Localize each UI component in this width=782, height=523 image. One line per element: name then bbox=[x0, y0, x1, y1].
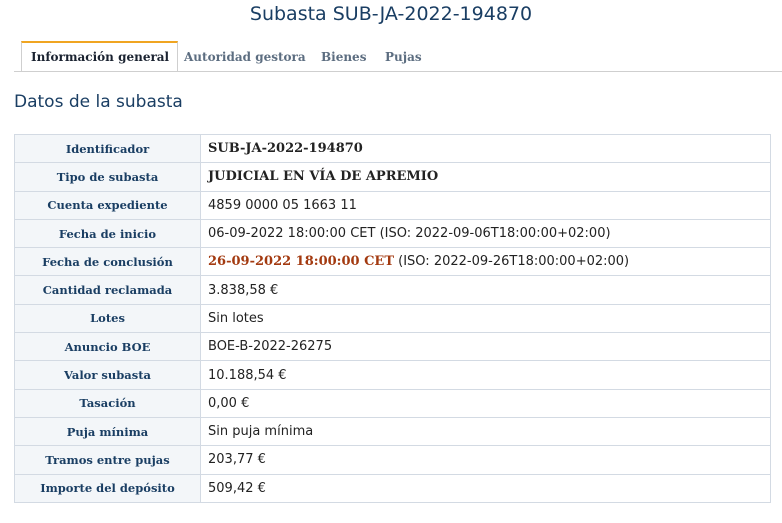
row-value: Sin lotes bbox=[200, 303, 771, 334]
conclusion-date-iso: (ISO: 2022-09-26T18:00:00+02:00) bbox=[394, 254, 630, 270]
row-value: Sin puja mínima bbox=[200, 416, 771, 447]
row-value: 06-09-2022 18:00:00 CET (ISO: 2022-09-06… bbox=[200, 218, 771, 249]
table-row: Fecha de conclusión 26-09-2022 18:00:00 … bbox=[14, 247, 771, 277]
page-title: Subasta SUB-JA-2022-194870 bbox=[249, 3, 533, 25]
row-label: Puja mínima bbox=[14, 416, 201, 447]
tab-bienes[interactable]: Bienes bbox=[321, 42, 366, 70]
row-label: Valor subasta bbox=[14, 360, 201, 390]
table-row: Cuenta expediente 4859 0000 05 1663 11 bbox=[14, 190, 771, 220]
row-label: Fecha de inicio bbox=[14, 218, 201, 249]
row-label: Identificador bbox=[14, 133, 201, 164]
section-title: Datos de la subasta bbox=[14, 92, 183, 112]
tab-autoridad-gestora[interactable]: Autoridad gestora bbox=[184, 42, 306, 70]
row-value: JUDICIAL EN VÍA DE APREMIO bbox=[200, 162, 771, 192]
row-label: Cantidad reclamada bbox=[14, 275, 201, 305]
row-label: Fecha de conclusión bbox=[14, 247, 201, 277]
row-value: 10.188,54 € bbox=[200, 360, 771, 390]
row-value: 0,00 € bbox=[200, 388, 771, 418]
row-label: Cuenta expediente bbox=[14, 190, 201, 220]
row-label: Tramos entre pujas bbox=[14, 445, 201, 475]
row-label: Tipo de subasta bbox=[14, 162, 201, 192]
table-row: Importe del depósito 509,42 € bbox=[14, 473, 771, 503]
auction-data-table: Identificador SUB-JA-2022-194870 Tipo de… bbox=[14, 133, 771, 503]
table-row: Identificador SUB-JA-2022-194870 bbox=[14, 133, 771, 164]
table-row: Cantidad reclamada 3.838,58 € bbox=[14, 275, 771, 305]
table-row: Lotes Sin lotes bbox=[14, 303, 771, 334]
table-row: Anuncio BOE BOE-B-2022-26275 bbox=[14, 332, 771, 362]
row-label: Lotes bbox=[14, 303, 201, 334]
table-row: Tasación 0,00 € bbox=[14, 388, 771, 418]
table-row: Valor subasta 10.188,54 € bbox=[14, 360, 771, 390]
tab-informacion-general[interactable]: Información general bbox=[21, 41, 179, 71]
table-row: Tipo de subasta JUDICIAL EN VÍA DE APREM… bbox=[14, 162, 771, 192]
row-value: BOE-B-2022-26275 bbox=[200, 332, 771, 362]
tab-bar: Información general Autoridad gestora Bi… bbox=[14, 41, 782, 72]
table-row: Tramos entre pujas 203,77 € bbox=[14, 445, 771, 475]
tab-pujas[interactable]: Pujas bbox=[385, 42, 422, 70]
table-row: Fecha de inicio 06-09-2022 18:00:00 CET … bbox=[14, 218, 771, 249]
row-label: Anuncio BOE bbox=[14, 332, 201, 362]
row-value: 203,77 € bbox=[200, 445, 771, 475]
table-row: Puja mínima Sin puja mínima bbox=[14, 416, 771, 447]
row-label: Importe del depósito bbox=[14, 473, 201, 503]
row-label: Tasación bbox=[14, 388, 201, 418]
row-value: SUB-JA-2022-194870 bbox=[200, 133, 771, 164]
row-value: 26-09-2022 18:00:00 CET (ISO: 2022-09-26… bbox=[200, 247, 771, 277]
row-value: 4859 0000 05 1663 11 bbox=[200, 190, 771, 220]
row-value: 3.838,58 € bbox=[200, 275, 771, 305]
row-value: 509,42 € bbox=[200, 473, 771, 503]
conclusion-date-highlight: 26-09-2022 18:00:00 CET bbox=[208, 254, 395, 270]
